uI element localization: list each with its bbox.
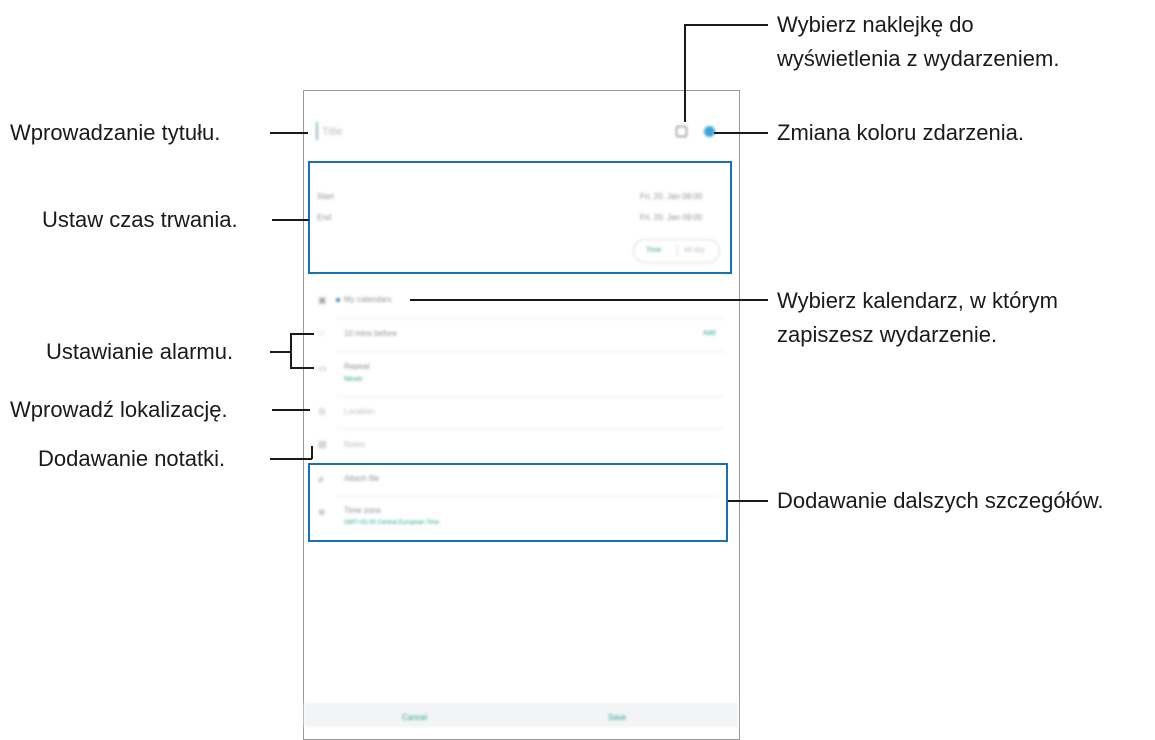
callout-color: Zmiana koloru zdarzenia.	[777, 120, 1025, 145]
bottom-action-bar: Cancel Save	[304, 703, 738, 727]
leader-duration	[272, 219, 309, 221]
leader-notes	[270, 458, 312, 460]
repeat-icon: ▭	[318, 363, 327, 373]
leader-alarm	[270, 351, 291, 353]
alarm-add-button[interactable]: Add	[703, 330, 715, 337]
title-input[interactable]: Title	[322, 126, 342, 138]
text-cursor	[316, 122, 318, 140]
bracket-alarm-top	[290, 333, 314, 335]
calendar-color-dot	[336, 298, 340, 302]
calendar-selector[interactable]: My calendars	[344, 295, 392, 304]
leader-calendar	[410, 299, 768, 301]
duration-highlight-box	[308, 161, 732, 274]
callout-notes: Dodawanie notatki.	[38, 446, 226, 471]
callout-title: Wprowadzanie tytułu.	[10, 120, 221, 145]
leader-title	[270, 132, 308, 134]
callout-sticker-line1: Wybierz naklejkę do	[777, 12, 974, 37]
callout-location: Wprowadź lokalizację.	[10, 397, 228, 422]
save-button[interactable]: Save	[608, 713, 626, 722]
location-pin-icon: ◎	[318, 406, 326, 416]
callout-alarm: Ustawianie alarmu.	[46, 339, 234, 364]
leader-sticker-down	[684, 24, 686, 122]
callout-calendar-line2: zapiszesz wydarzenie.	[777, 322, 998, 347]
callout-calendar-line1: Wybierz kalendarz, w którym	[777, 288, 1058, 313]
sticker-icon[interactable]	[676, 126, 687, 137]
note-icon: ▤	[318, 439, 327, 449]
notes-input[interactable]: Notes	[344, 440, 365, 449]
leader-notes-up	[311, 446, 313, 459]
repeat-label[interactable]: Repeat	[344, 362, 370, 371]
leader-more	[728, 500, 768, 502]
bell-icon: ♢	[318, 328, 327, 338]
calendar-icon: ▣	[318, 295, 327, 305]
cancel-button[interactable]: Cancel	[402, 713, 427, 722]
callout-duration: Ustaw czas trwania.	[42, 207, 238, 232]
callout-sticker-line2: wyświetlenia z wydarzeniem.	[777, 46, 1060, 71]
leader-sticker	[684, 24, 768, 26]
bracket-alarm-bottom	[290, 367, 314, 369]
location-input[interactable]: Location	[344, 407, 374, 416]
alarm-value[interactable]: 10 mins before	[344, 329, 397, 338]
leader-location	[272, 409, 310, 411]
repeat-value: Never	[344, 376, 363, 383]
bracket-alarm	[290, 333, 292, 369]
leader-color	[714, 132, 768, 134]
callout-more: Dodawanie dalszych szczegółów.	[777, 488, 1104, 513]
more-details-highlight-box	[308, 463, 728, 542]
